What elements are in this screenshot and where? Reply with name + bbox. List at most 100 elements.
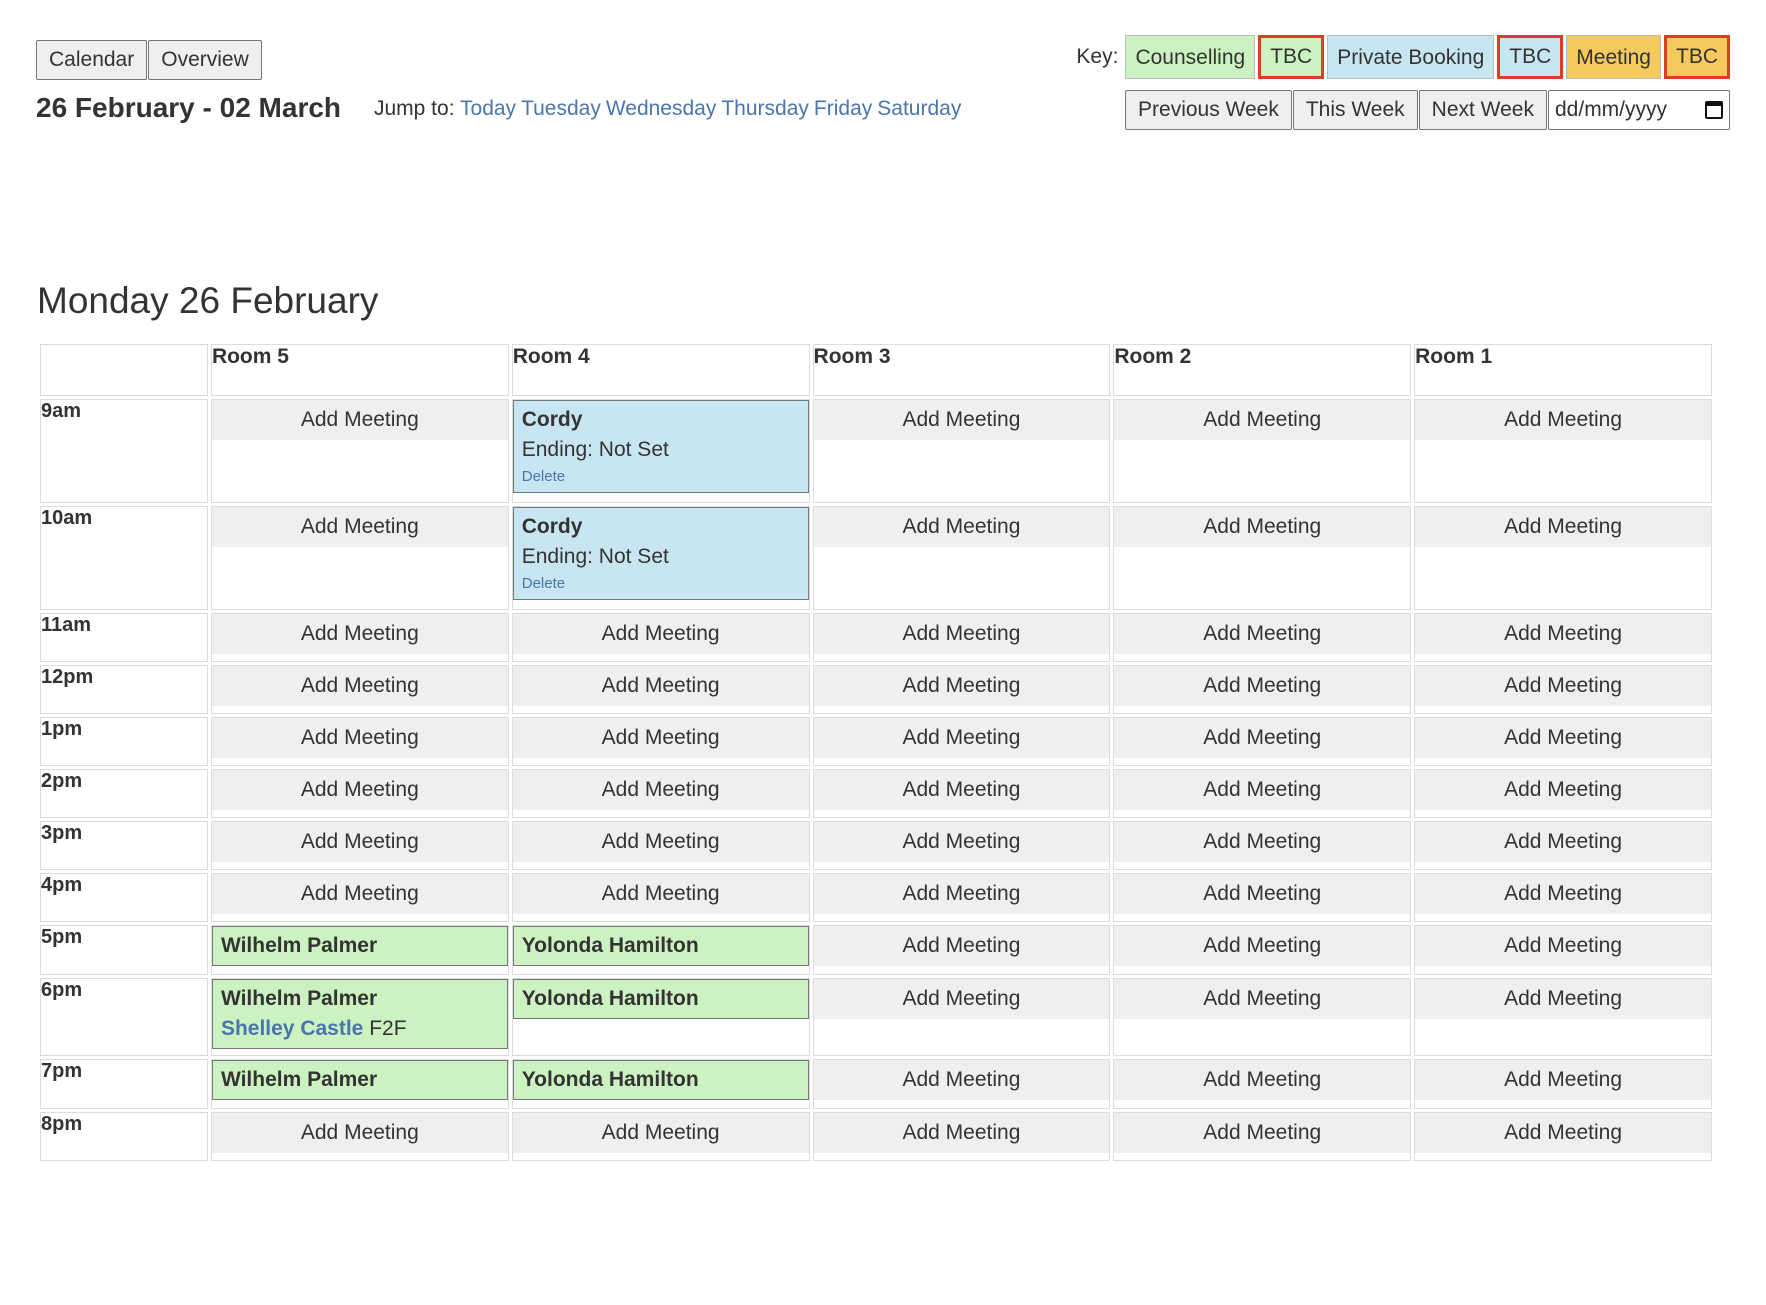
counselling-booking[interactable]: Yolonda Hamilton (512, 979, 809, 1019)
add-meeting-button[interactable]: Add Meeting (1415, 400, 1711, 440)
add-meeting-button[interactable]: Add Meeting (813, 666, 1110, 706)
add-meeting-button[interactable]: Add Meeting (813, 979, 1110, 1019)
add-meeting-button[interactable]: Add Meeting (512, 666, 809, 706)
add-meeting-button[interactable]: Add Meeting (512, 614, 809, 654)
room-slot: Add Meeting (812, 1112, 1111, 1161)
counsellor-link[interactable]: Shelley Castle (221, 1017, 363, 1040)
add-meeting-button[interactable]: Add Meeting (1415, 507, 1711, 547)
previous-week-button[interactable]: Previous Week (1125, 90, 1292, 130)
add-meeting-button[interactable]: Add Meeting (1114, 666, 1411, 706)
room-slot: Add Meeting (1113, 821, 1412, 870)
time-label: 2pm (40, 769, 208, 818)
counselling-booking[interactable]: Yolonda Hamilton (512, 926, 809, 966)
add-meeting-button[interactable]: Add Meeting (211, 874, 508, 914)
jump-link-wednesday[interactable]: Wednesday (606, 97, 717, 120)
add-meeting-button[interactable]: Add Meeting (1114, 874, 1411, 914)
add-meeting-button[interactable]: Add Meeting (211, 1113, 508, 1153)
add-meeting-button[interactable]: Add Meeting (813, 874, 1110, 914)
add-meeting-button[interactable]: Add Meeting (1114, 822, 1411, 862)
add-meeting-button[interactable]: Add Meeting (1415, 718, 1711, 758)
add-meeting-button[interactable]: Add Meeting (1114, 718, 1411, 758)
jump-link-friday[interactable]: Friday (814, 97, 872, 120)
time-row: 12pm Add Meeting Add Meeting Add Meeting Add… (40, 665, 1712, 714)
add-meeting-button[interactable]: Add Meeting (512, 1113, 809, 1153)
room-slot: Add Meeting (1113, 717, 1412, 766)
add-meeting-button[interactable]: Add Meeting (1415, 770, 1711, 810)
counselling-booking[interactable]: Wilhelm Palmer (211, 926, 508, 966)
room-slot: Add Meeting (511, 665, 810, 714)
jump-link-thursday[interactable]: Thursday (721, 97, 809, 120)
add-meeting-button[interactable]: Add Meeting (211, 770, 508, 810)
room-slot: Add Meeting (1414, 717, 1712, 766)
add-meeting-button[interactable]: Add Meeting (1415, 1060, 1711, 1100)
add-meeting-button[interactable]: Add Meeting (211, 822, 508, 862)
this-week-button[interactable]: This Week (1292, 90, 1418, 130)
add-meeting-button[interactable]: Add Meeting (1114, 926, 1411, 966)
add-meeting-button[interactable]: Add Meeting (813, 614, 1110, 654)
add-meeting-button[interactable]: Add Meeting (1114, 400, 1411, 440)
delete-link[interactable]: Delete (522, 575, 800, 592)
time-row: 9am Add Meeting Cordy Ending: Not Set Delete… (40, 399, 1712, 503)
next-week-button[interactable]: Next Week (1418, 90, 1547, 130)
add-meeting-button[interactable]: Add Meeting (1114, 1060, 1411, 1100)
add-meeting-button[interactable]: Add Meeting (813, 718, 1110, 758)
add-meeting-button[interactable]: Add Meeting (1114, 979, 1411, 1019)
calendar-button[interactable]: Calendar (36, 40, 148, 80)
room-slot: Add Meeting (210, 717, 509, 766)
add-meeting-button[interactable]: Add Meeting (211, 666, 508, 706)
add-meeting-button[interactable]: Add Meeting (1415, 874, 1711, 914)
add-meeting-button[interactable]: Add Meeting (813, 400, 1110, 440)
add-meeting-button[interactable]: Add Meeting (1114, 770, 1411, 810)
add-meeting-button[interactable]: Add Meeting (813, 926, 1110, 966)
add-meeting-button[interactable]: Add Meeting (813, 1060, 1110, 1100)
time-label: 3pm (40, 821, 208, 870)
add-meeting-button[interactable]: Add Meeting (211, 614, 508, 654)
add-meeting-button[interactable]: Add Meeting (512, 770, 809, 810)
add-meeting-button[interactable]: Add Meeting (211, 400, 508, 440)
jump-link-today[interactable]: Today (460, 97, 516, 120)
booking-name: Yolonda Hamilton (521, 934, 699, 957)
room-slot: Add Meeting (812, 769, 1111, 818)
add-meeting-button[interactable]: Add Meeting (1114, 614, 1411, 654)
add-meeting-button[interactable]: Add Meeting (512, 874, 809, 914)
calendar-icon[interactable] (1705, 101, 1723, 119)
add-meeting-button[interactable]: Add Meeting (211, 718, 508, 758)
overview-button[interactable]: Overview (148, 40, 262, 80)
add-meeting-button[interactable]: Add Meeting (813, 1113, 1110, 1153)
counselling-booking[interactable]: Wilhelm Palmer Shelley Castle F2F (211, 979, 508, 1049)
room-slot: Add Meeting (812, 506, 1111, 610)
private-booking[interactable]: Cordy Ending: Not Set Delete (512, 400, 809, 493)
room-slot: Add Meeting (210, 613, 509, 662)
private-booking[interactable]: Cordy Ending: Not Set Delete (512, 507, 809, 600)
add-meeting-button[interactable]: Add Meeting (512, 822, 809, 862)
add-meeting-button[interactable]: Add Meeting (211, 507, 508, 547)
room-header-room-5: Room 5 (210, 344, 509, 396)
room-header-room-3: Room 3 (812, 344, 1111, 396)
time-label: 9am (40, 399, 208, 503)
delete-link[interactable]: Delete (522, 468, 800, 485)
jump-link-saturday[interactable]: Saturday (877, 97, 961, 120)
add-meeting-button[interactable]: Add Meeting (1114, 1113, 1411, 1153)
add-meeting-button[interactable]: Add Meeting (813, 822, 1110, 862)
add-meeting-button[interactable]: Add Meeting (1114, 507, 1411, 547)
time-label: 11am (40, 613, 208, 662)
counselling-booking[interactable]: Yolonda Hamilton (512, 1060, 809, 1100)
add-meeting-button[interactable]: Add Meeting (813, 507, 1110, 547)
time-row: 7pm Wilhelm Palmer Yolonda Hamilton Add Mee… (40, 1059, 1712, 1109)
date-picker-input[interactable]: dd/mm/yyyy (1548, 90, 1730, 130)
add-meeting-button[interactable]: Add Meeting (1415, 666, 1711, 706)
room-slot: Add Meeting (1113, 1112, 1412, 1161)
room-slot: Add Meeting (210, 769, 509, 818)
time-row: 6pm Wilhelm Palmer Shelley Castle F2F Yolon… (40, 978, 1712, 1056)
add-meeting-button[interactable]: Add Meeting (512, 718, 809, 758)
room-slot: Add Meeting (1414, 399, 1712, 503)
add-meeting-button[interactable]: Add Meeting (1415, 1113, 1711, 1153)
add-meeting-button[interactable]: Add Meeting (1415, 926, 1711, 966)
add-meeting-button[interactable]: Add Meeting (1415, 979, 1711, 1019)
add-meeting-button[interactable]: Add Meeting (1415, 614, 1711, 654)
add-meeting-button[interactable]: Add Meeting (813, 770, 1110, 810)
room-slot: Add Meeting (812, 665, 1111, 714)
jump-link-tuesday[interactable]: Tuesday (521, 97, 601, 120)
add-meeting-button[interactable]: Add Meeting (1415, 822, 1711, 862)
counselling-booking[interactable]: Wilhelm Palmer (211, 1060, 508, 1100)
